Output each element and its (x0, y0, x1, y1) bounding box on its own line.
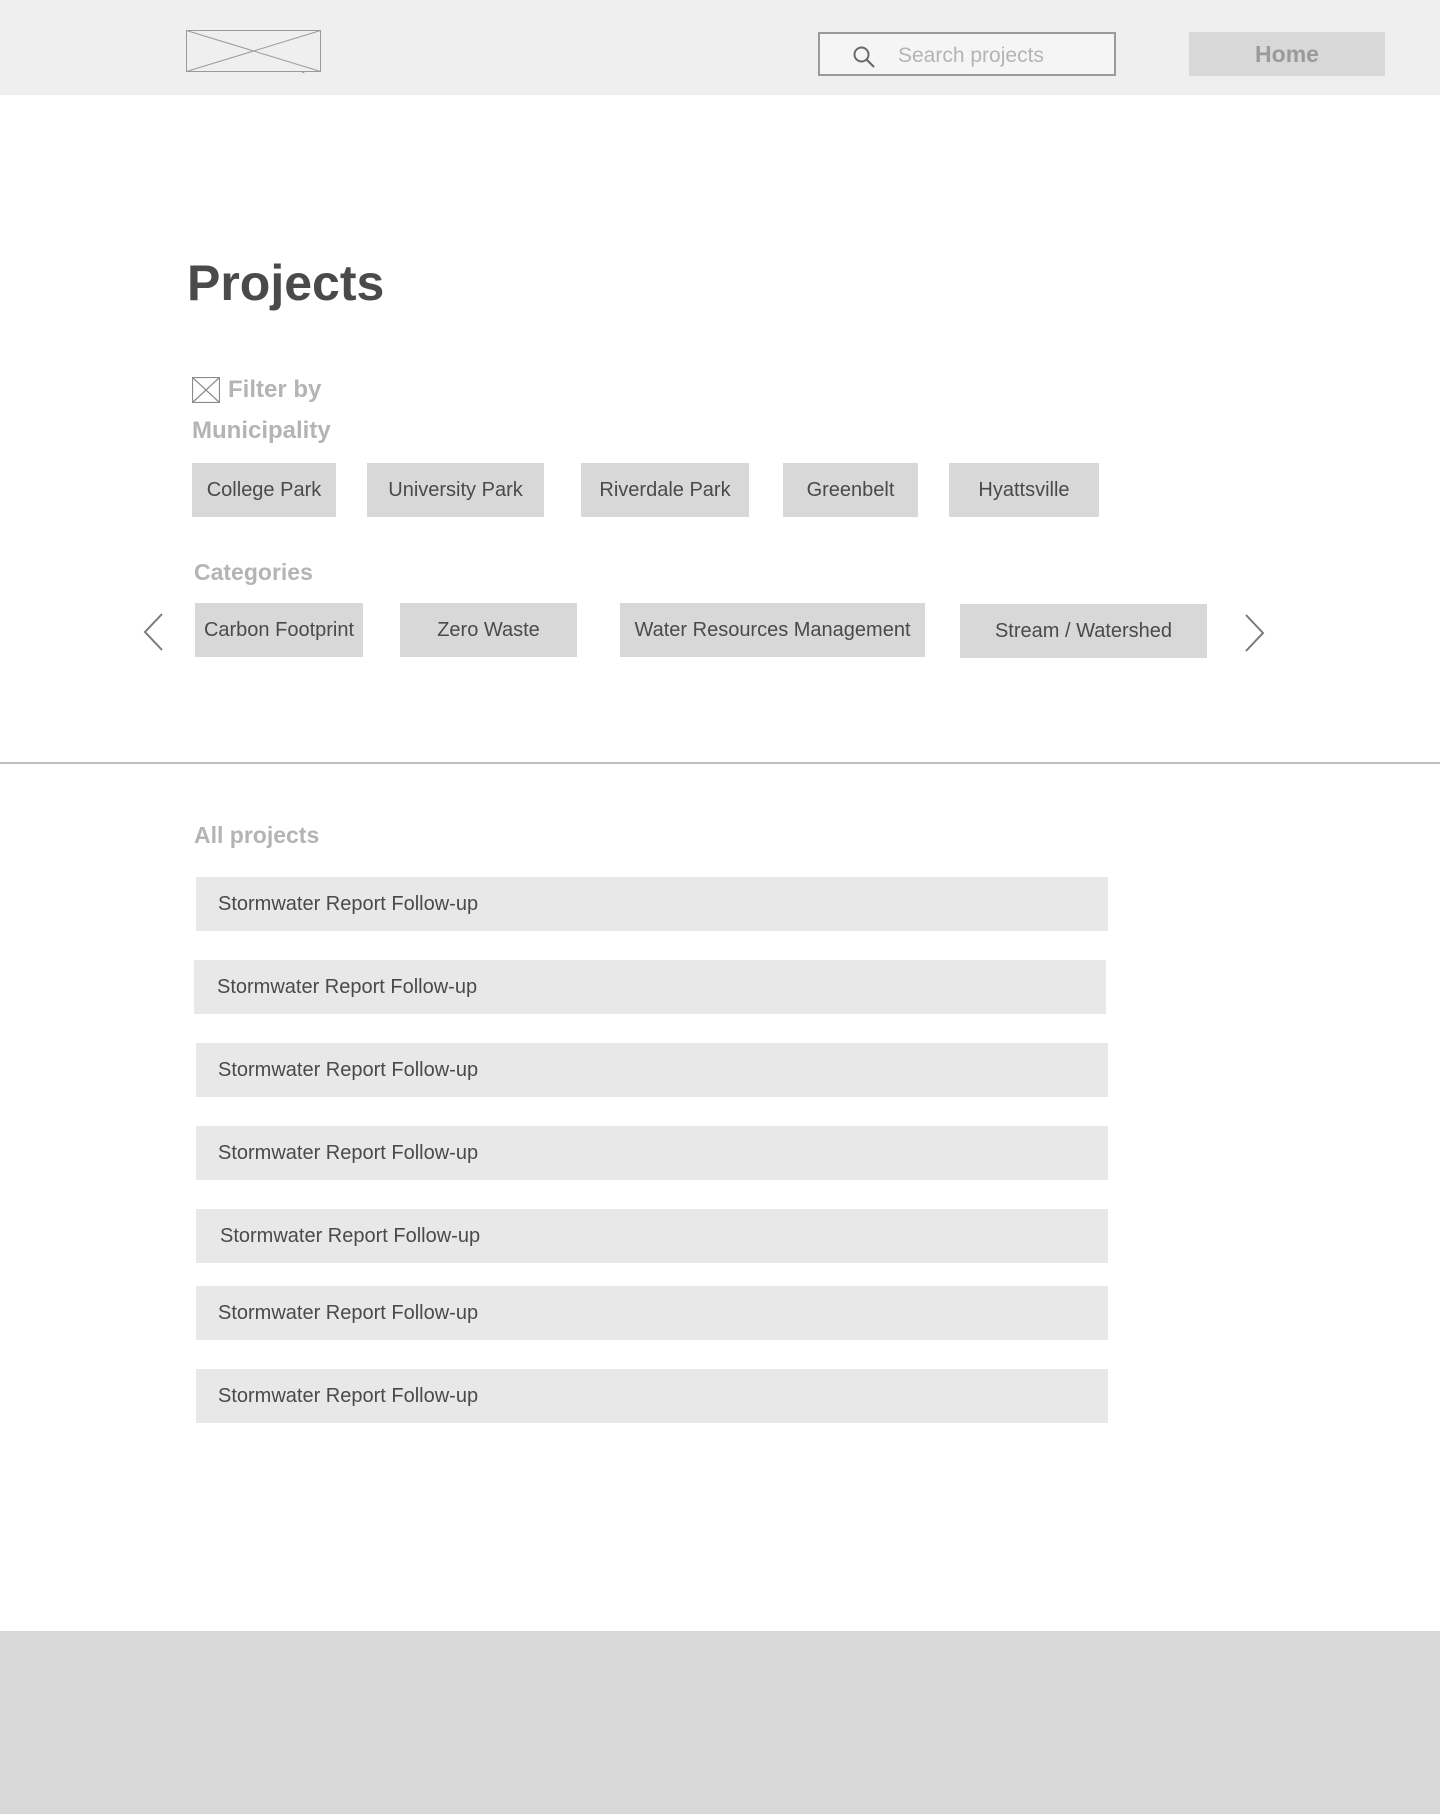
project-row[interactable]: Stormwater Report Follow-up (196, 877, 1108, 931)
municipality-chip-greenbelt[interactable]: Greenbelt (783, 463, 918, 517)
chevron-right-icon[interactable] (1242, 613, 1266, 653)
municipality-chip-hyattsville[interactable]: Hyattsville (949, 463, 1099, 517)
all-projects-label: All projects (194, 822, 320, 848)
project-row[interactable]: Stormwater Report Follow-up (196, 1126, 1108, 1180)
filter-by: Filter by (192, 375, 321, 405)
municipality-chip-university-park[interactable]: University Park (367, 463, 544, 517)
project-row[interactable]: Stormwater Report Follow-up (196, 1209, 1108, 1263)
category-chip-zero-waste[interactable]: Zero Waste (400, 603, 577, 657)
page-title: Projects (187, 255, 385, 311)
categories-label: Categories (194, 559, 313, 585)
category-chip-water-resources-management[interactable]: Water Resources Management (620, 603, 925, 657)
home-button[interactable]: Home (1189, 32, 1385, 76)
chevron-left-icon[interactable] (142, 612, 166, 652)
project-row[interactable]: Stormwater Report Follow-up (194, 960, 1106, 1014)
search-icon (853, 46, 875, 68)
filter-image-placeholder-icon (192, 377, 220, 403)
municipality-chip-riverdale-park[interactable]: Riverdale Park (581, 463, 749, 517)
project-row[interactable]: Stormwater Report Follow-up (196, 1043, 1108, 1097)
section-divider (0, 762, 1440, 764)
municipality-chip-college-park[interactable]: College Park (192, 463, 336, 517)
logo-placeholder-icon[interactable] (186, 30, 321, 73)
search-input[interactable]: Search projects (818, 32, 1116, 76)
footer (0, 1631, 1440, 1814)
filter-by-label: Filter by (228, 376, 322, 403)
project-row[interactable]: Stormwater Report Follow-up (196, 1286, 1108, 1340)
project-row[interactable]: Stormwater Report Follow-up (196, 1369, 1108, 1423)
municipality-label: Municipality (192, 417, 331, 444)
search-placeholder: Search projects (898, 44, 1044, 67)
category-chip-stream-watershed[interactable]: Stream / Watershed (960, 604, 1207, 658)
category-chip-carbon-footprint[interactable]: Carbon Footprint (195, 603, 363, 657)
top-header: Search projects Home (0, 0, 1440, 95)
